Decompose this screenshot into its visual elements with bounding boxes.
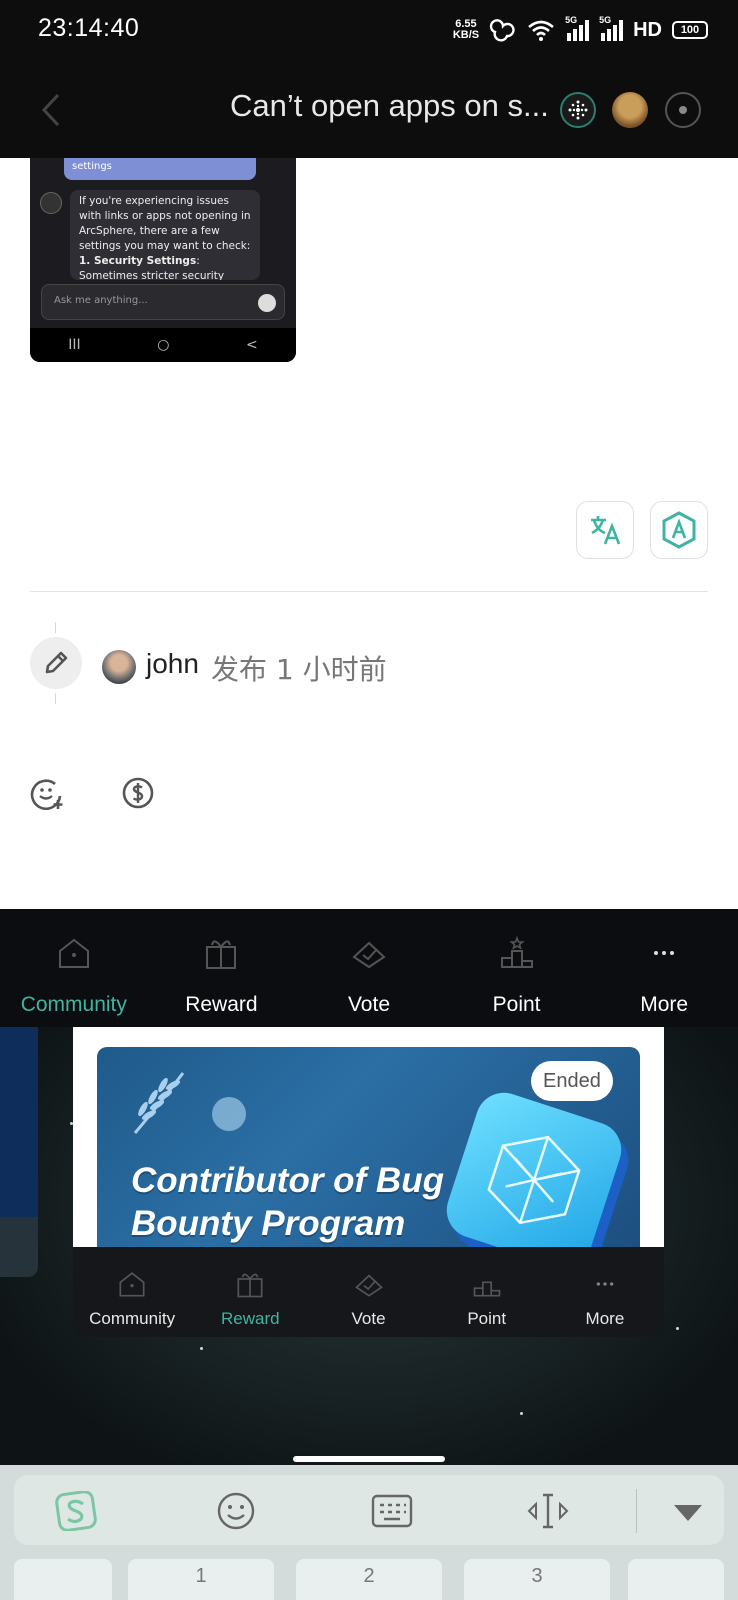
vote-icon	[352, 941, 386, 969]
gift-icon	[206, 940, 237, 969]
keyboard-toolbar	[14, 1475, 724, 1545]
background-card	[0, 1217, 38, 1277]
background-card	[0, 1027, 38, 1217]
author-name[interactable]: john	[146, 648, 199, 680]
vote-icon	[354, 1274, 383, 1297]
add-reaction-icon[interactable]	[30, 776, 64, 810]
popup-tab-vote[interactable]: Vote	[309, 1247, 427, 1337]
gift-icon	[237, 1273, 263, 1298]
pencil-icon	[45, 651, 68, 674]
back-arrow-icon[interactable]	[36, 92, 66, 128]
page-title: Can’t open apps on s...	[230, 88, 549, 123]
status-icons: 6.55 KB/S 5G 5G HD 100	[452, 15, 708, 42]
sogou-logo-icon[interactable]	[54, 1491, 98, 1531]
timeline-line	[55, 693, 56, 704]
signal-sim2-icon: 5G	[599, 15, 624, 41]
popup-tab-bar: Community Reward Vote Point More	[73, 1247, 664, 1337]
hotspot-icon	[489, 19, 515, 42]
key-punct[interactable]	[14, 1559, 112, 1600]
translate-button[interactable]	[576, 501, 634, 559]
hd-icon: HD	[633, 18, 662, 41]
key-shift[interactable]	[628, 1559, 724, 1600]
laurel-icon	[133, 1072, 185, 1134]
wifi-icon	[528, 20, 554, 41]
bounty-banner[interactable]: Ended Contributor of Bug Bounty Program	[97, 1047, 640, 1247]
edit-event-marker	[30, 637, 82, 689]
key-1[interactable]: 1	[128, 1559, 274, 1600]
chat-input: Ask me anything...	[41, 284, 285, 320]
keyboard-icon[interactable]	[370, 1491, 414, 1531]
keyboard: 1 2 3	[0, 1465, 738, 1600]
podium-icon	[473, 1281, 501, 1297]
decorative-dot	[212, 1097, 246, 1131]
home-icon	[119, 1272, 145, 1297]
arcsphere-logo-icon[interactable]	[560, 92, 596, 128]
user-message-bubble: settings	[64, 158, 256, 180]
home-icon: ○	[157, 337, 170, 353]
tab-more[interactable]: More	[590, 909, 738, 1027]
popup-tab-more[interactable]: More	[546, 1247, 664, 1337]
tab-vote[interactable]: Vote	[295, 909, 443, 1027]
emoji-icon[interactable]	[214, 1491, 258, 1531]
keyboard-key-row: 1 2 3	[0, 1559, 738, 1600]
battery-icon: 100	[672, 21, 708, 39]
bot-message-bubble: If you're experiencing issues with links…	[70, 190, 260, 280]
timeline-line	[55, 622, 56, 633]
embedded-screenshot[interactable]: settings If you're experiencing issues w…	[30, 158, 296, 362]
collapse-keyboard-icon[interactable]	[666, 1491, 710, 1531]
network-speed: 6.55 KB/S	[452, 18, 480, 41]
record-icon[interactable]	[665, 92, 701, 128]
popup-tab-point[interactable]: Point	[428, 1247, 546, 1337]
key-2[interactable]: 2	[296, 1559, 442, 1600]
recent-apps-icon: III	[68, 337, 81, 353]
divider	[30, 591, 708, 592]
community-panel: Community Reward Vote Point More Ended C…	[0, 909, 738, 1465]
tab-reward[interactable]: Reward	[148, 909, 296, 1027]
reward-preview-popup[interactable]: Ended Contributor of Bug Bounty Program …	[73, 1027, 664, 1337]
tip-dollar-icon[interactable]	[121, 776, 155, 810]
signal-sim1-icon: 5G	[565, 15, 590, 41]
ai-badge-icon	[662, 511, 696, 549]
embedded-nav-bar: III ○ <	[30, 328, 296, 362]
banner-title: Contributor of Bug Bounty Program	[131, 1161, 444, 1243]
key-3[interactable]: 3	[464, 1559, 610, 1600]
author-avatar[interactable]	[102, 650, 136, 684]
home-indicator[interactable]	[293, 1456, 445, 1462]
more-icon	[596, 1282, 614, 1286]
main-tab-bar: Community Reward Vote Point More	[0, 909, 738, 1027]
post-time: 发布 1 小时前	[211, 653, 387, 686]
app-bar: Can’t open apps on s...	[0, 62, 738, 158]
cursor-move-icon[interactable]	[526, 1491, 570, 1531]
tab-point[interactable]: Point	[443, 909, 591, 1027]
back-icon: <	[245, 337, 258, 353]
status-badge: Ended	[531, 1061, 613, 1101]
send-icon	[258, 294, 276, 312]
bot-avatar-icon	[40, 192, 62, 214]
translate-icon	[591, 516, 621, 545]
toolbar-divider	[636, 1489, 637, 1533]
popup-tab-reward[interactable]: Reward	[191, 1247, 309, 1337]
more-icon	[654, 951, 675, 955]
podium-icon	[500, 935, 533, 968]
ai-assist-button[interactable]	[650, 501, 708, 559]
tab-community[interactable]: Community	[0, 909, 148, 1027]
status-time: 23:14:40	[38, 14, 140, 42]
user-avatar[interactable]	[612, 92, 648, 128]
home-icon	[58, 938, 89, 968]
popup-tab-community[interactable]: Community	[73, 1247, 191, 1337]
status-bar: 23:14:40 6.55 KB/S 5G 5G HD 100	[0, 0, 738, 62]
